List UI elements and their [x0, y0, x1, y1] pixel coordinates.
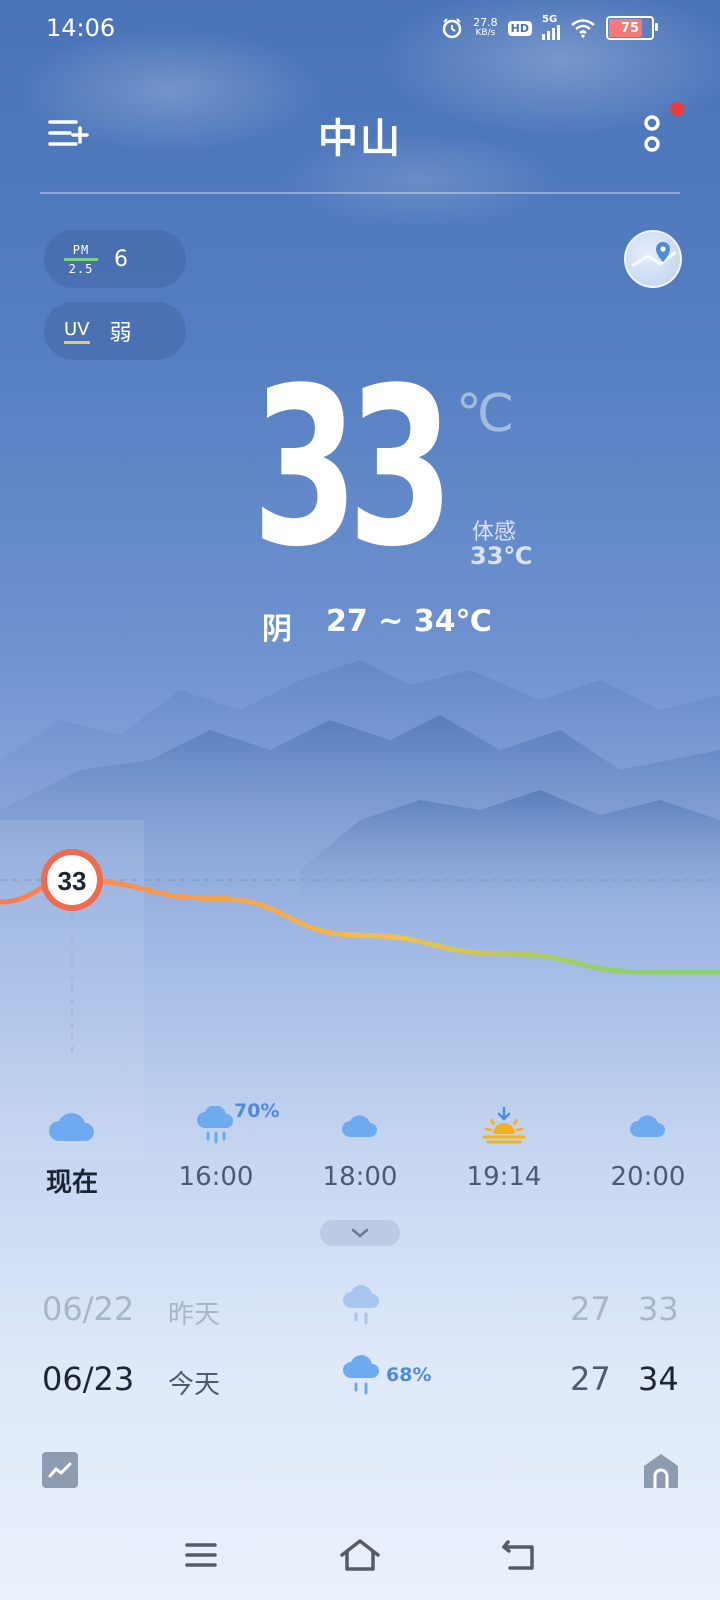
network-label: 5G — [542, 14, 558, 25]
net-speed-unit: KB/s — [475, 28, 496, 38]
wifi-icon — [571, 19, 595, 38]
trend-chart-icon — [48, 1462, 72, 1478]
daily-row-yesterday[interactable]: 06/22 昨天 27 33 — [0, 1282, 720, 1336]
add-city-menu-icon — [48, 120, 89, 146]
home-card-icon — [644, 1454, 678, 1488]
hd-icon: HD — [507, 20, 532, 36]
temperature-unit: ℃ — [456, 384, 515, 444]
rain-icon — [343, 1285, 379, 1325]
chevron-down-icon — [351, 1228, 369, 1238]
hourly-time-label: 现在 — [45, 1168, 98, 1198]
daily-row-today[interactable]: 06/23 今天 68% 27 34 — [0, 1352, 720, 1406]
uv-chip[interactable]: UV 弱 — [44, 302, 186, 360]
map-location-icon — [631, 242, 677, 268]
uv-label: UV — [64, 319, 90, 344]
pm25-label: PM 2.5 — [64, 243, 98, 276]
hourly-time-label: 19:14 — [466, 1162, 542, 1192]
hourly-temperature-chart: 33 — [0, 849, 720, 1060]
daily-date: 06/22 — [42, 1290, 135, 1328]
more-button[interactable] — [630, 112, 674, 156]
alarm-icon — [442, 18, 462, 39]
cloudy-icon — [49, 1113, 94, 1141]
battery-level: 75 — [620, 20, 640, 36]
header-divider — [40, 192, 680, 194]
rain-icon — [197, 1106, 233, 1144]
expand-forecast-button[interactable] — [320, 1220, 400, 1246]
hourly-time-label: 16:00 — [178, 1162, 254, 1192]
hourly-item-1800[interactable]: 18:00 — [288, 1100, 432, 1210]
hourly-item-now[interactable]: 现在 — [0, 1100, 144, 1210]
temperature-series-line — [0, 877, 720, 975]
cloudy-icon — [630, 1115, 665, 1137]
daily-day-name: 今天 — [168, 1370, 221, 1400]
hourly-forecast: 现在 70% 16:00 18:00 19:14 20:00 — [0, 1100, 720, 1210]
map-button[interactable] — [624, 230, 682, 288]
feels-like-value: 33℃ — [470, 542, 533, 570]
daily-high: 33 — [638, 1290, 679, 1328]
current-temperature: 33 — [252, 342, 454, 595]
pm-label-top: PM — [72, 242, 90, 257]
status-icons: 27.8 KB/s HD 5G 75 — [441, 14, 658, 42]
hourly-item-1600[interactable]: 70% 16:00 — [144, 1100, 288, 1210]
status-bar: 14:06 27.8 KB/s HD 5G 75 — [0, 0, 720, 56]
daily-date: 06/23 — [42, 1360, 135, 1398]
nav-menu-button[interactable] — [176, 1530, 226, 1580]
hourly-item-2000[interactable]: 20:00 — [576, 1100, 720, 1210]
add-city-menu-button[interactable] — [46, 114, 90, 154]
battery-icon: 75 — [606, 16, 658, 40]
sunset-icon — [482, 1106, 526, 1144]
city-title[interactable]: 中山 — [260, 106, 460, 164]
daily-precip: 68% — [386, 1364, 432, 1386]
current-temperature-marker-label: 33 — [58, 866, 87, 896]
menu-icon — [185, 1543, 217, 1567]
5g-signal-icon: 5G — [542, 14, 560, 40]
net-speed-value: 27.8 — [473, 16, 498, 29]
status-time: 14:06 — [46, 14, 116, 42]
pm-label-bottom: 2.5 — [68, 261, 94, 276]
net-speed: 27.8 KB/s — [473, 17, 498, 39]
hourly-time-label: 20:00 — [610, 1162, 686, 1192]
hourly-item-1914[interactable]: 19:14 — [432, 1100, 576, 1210]
nav-home-button[interactable] — [335, 1530, 385, 1580]
pm25-chip[interactable]: PM 2.5 6 — [44, 230, 186, 288]
daily-low: 27 — [570, 1290, 611, 1328]
uv-value: 弱 — [109, 321, 132, 346]
temperature-range: 27 ~ 34℃ — [326, 604, 492, 639]
system-navigation-bar — [0, 1530, 720, 1600]
nav-back-button[interactable] — [494, 1530, 544, 1580]
more-vertical-icon — [644, 115, 660, 152]
daily-low: 27 — [570, 1360, 611, 1398]
daily-high: 34 — [638, 1360, 679, 1398]
rain-icon — [343, 1355, 379, 1395]
hourly-time-label: 18:00 — [322, 1162, 398, 1192]
precip-probability: 70% — [234, 1100, 280, 1122]
home-icon — [340, 1539, 380, 1571]
home-card-button[interactable] — [642, 1452, 680, 1490]
pm25-value: 6 — [114, 246, 128, 272]
daily-day-name: 昨天 — [168, 1300, 221, 1330]
cloudy-icon — [342, 1115, 377, 1137]
back-icon — [502, 1540, 534, 1570]
notification-dot — [670, 102, 684, 116]
trend-chart-button[interactable] — [42, 1452, 78, 1488]
